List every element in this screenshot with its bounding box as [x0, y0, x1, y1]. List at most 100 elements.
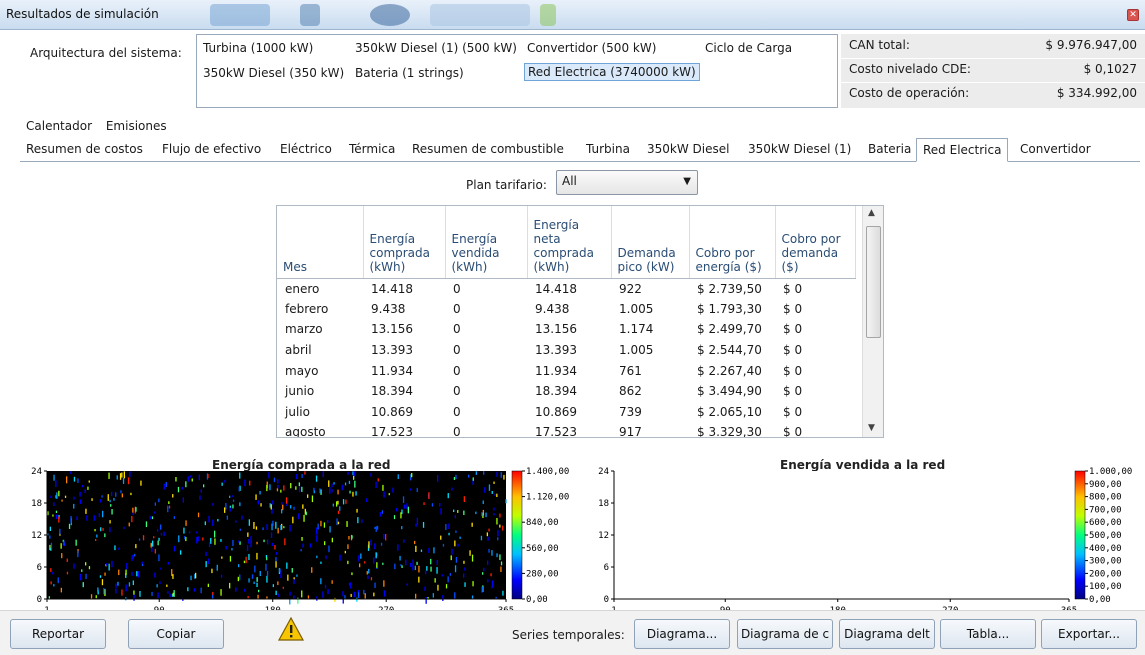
heatmap-cell: [216, 564, 218, 571]
heatmap-cell: [197, 512, 200, 518]
column-header[interactable]: Energía vendida (kWh): [445, 206, 528, 279]
table-cell: $ 0: [783, 425, 803, 438]
scroll-up-icon[interactable]: ▲: [868, 208, 875, 218]
table-row[interactable]: agosto 17.523 0 17.523 917 $ 3.329,30 $ 0: [277, 422, 855, 438]
architecture-item[interactable]: 350kW Diesel (1) (500 kW): [355, 41, 517, 55]
heatmap-cell: [440, 535, 442, 540]
tab-flujo-efectivo[interactable]: Flujo de efectivo: [162, 142, 261, 156]
heatmap-cell: [276, 488, 279, 492]
tab-bateria[interactable]: Bateria: [868, 142, 911, 156]
plan-select[interactable]: All ▼: [556, 170, 698, 195]
tab-calentador[interactable]: Calentador: [26, 119, 92, 133]
tab-termica[interactable]: Térmica: [349, 142, 395, 156]
heatmap-cell: [55, 480, 57, 487]
table-row[interactable]: mayo 11.934 0 11.934 761 $ 2.267,40 $ 0: [277, 360, 855, 381]
architecture-item[interactable]: Turbina (1000 kW): [203, 41, 313, 55]
tab-resumen-costos[interactable]: Resumen de costos: [26, 142, 143, 156]
heatmap-cell: [328, 480, 330, 487]
export-button[interactable]: Exportar...: [1041, 619, 1137, 649]
title-decoration: [370, 4, 410, 26]
table-cell: 9.438: [535, 301, 570, 316]
heatmap-cell: [323, 522, 326, 528]
heatmap-cell: [53, 584, 55, 587]
heatmap-cell: [459, 536, 461, 539]
heatmap-cell: [354, 480, 356, 488]
architecture-item[interactable]: Ciclo de Carga: [705, 41, 792, 55]
heatmap-cell: [86, 515, 88, 521]
heatmap-cell: [108, 472, 110, 479]
monthly-table[interactable]: Mes Energía comprada (kWh) Energía vendida (kW…: [276, 205, 884, 438]
table-cell: 17.523: [371, 425, 413, 438]
heatmap-cell: [287, 574, 289, 581]
column-header[interactable]: Cobro por demanda ($): [775, 206, 856, 279]
tab-350kw-diesel[interactable]: 350kW Diesel: [647, 142, 729, 156]
heatmap-cell: [315, 527, 318, 535]
heatmap-cell: [486, 532, 488, 537]
column-header[interactable]: Energía comprada (kWh): [363, 206, 446, 279]
heatmap-cell: [364, 593, 366, 599]
column-header[interactable]: Demanda pico (kW): [611, 206, 690, 279]
table-row[interactable]: julio 10.869 0 10.869 739 $ 2.065,10 $ 0: [277, 402, 855, 423]
table-scrollbar[interactable]: ▲ ▼: [862, 206, 883, 437]
heatmap-cell: [358, 555, 360, 562]
summary-value: $ 9.976.947,00: [1045, 38, 1137, 52]
heatmap-cell: [405, 559, 407, 566]
architecture-item[interactable]: Bateria (1 strings): [355, 66, 464, 80]
heatmap-cell: [154, 572, 156, 578]
column-header[interactable]: Cobro por energía ($): [689, 206, 776, 279]
tab-350kw-diesel-1[interactable]: 350kW Diesel (1): [748, 142, 851, 156]
report-button[interactable]: Reportar: [10, 619, 106, 649]
heatmap-cell: [188, 531, 191, 534]
table-row[interactable]: marzo 13.156 0 13.156 1.174 $ 2.499,70 $ 0: [277, 319, 855, 340]
table-cell: 0: [453, 301, 461, 316]
heatmap-cell: [269, 484, 271, 491]
heatmap-cell: [127, 477, 130, 485]
heatmap-cell: [286, 562, 288, 569]
diagram-delta-button[interactable]: Diagrama delt: [839, 619, 935, 649]
architecture-item-selected[interactable]: Red Electrica (3740000 kW): [524, 63, 700, 81]
table-row[interactable]: enero 14.418 0 14.418 922 $ 2.739,50 $ 0: [277, 278, 855, 299]
heatmap-cell: [487, 579, 489, 583]
heatmap-cell: [141, 561, 143, 564]
heatmap-cell: [406, 503, 408, 510]
copy-button[interactable]: Copiar: [128, 619, 224, 649]
architecture-item[interactable]: 350kW Diesel (350 kW): [203, 66, 344, 80]
architecture-item[interactable]: Convertidor (500 kW): [527, 41, 656, 55]
heatmap-cell: [360, 553, 362, 559]
tab-red-electrica[interactable]: Red Electrica: [916, 138, 1009, 162]
heatmap-cell: [199, 495, 201, 500]
heatmap-cell: [200, 489, 202, 493]
heatmap-cell: [195, 572, 197, 579]
tab-turbina[interactable]: Turbina: [586, 142, 630, 156]
heatmap-cell: [329, 487, 331, 494]
scroll-thumb[interactable]: [866, 226, 881, 338]
table-row[interactable]: junio 18.394 0 18.394 862 $ 3.494,90 $ 0: [277, 381, 855, 402]
table-cell: 14.418: [371, 281, 413, 296]
scroll-down-icon[interactable]: ▼: [868, 423, 875, 433]
diagram-cycle-button[interactable]: Diagrama de c: [737, 619, 833, 649]
heatmap-cell: [125, 569, 127, 576]
table-row[interactable]: febrero 9.438 0 9.438 1.005 $ 1.793,30 $ 0: [277, 299, 855, 320]
heatmap-cell: [90, 594, 93, 600]
heatmap-cell: [313, 487, 315, 492]
heatmap-cell: [272, 542, 274, 546]
tab-convertidor[interactable]: Convertidor: [1020, 142, 1091, 156]
tab-resumen-combustible[interactable]: Resumen de combustible: [412, 142, 564, 156]
heatmap-cell: [229, 505, 231, 508]
tab-electrico[interactable]: Eléctrico: [280, 142, 332, 156]
column-header[interactable]: Mes: [277, 206, 364, 279]
diagram-button[interactable]: Diagrama...: [634, 619, 730, 649]
warning-icon[interactable]: [278, 617, 304, 641]
heatmap-cell: [142, 535, 145, 541]
heatmap-cell: [445, 524, 447, 530]
heatmap-cell: [81, 569, 83, 572]
column-header[interactable]: Energía neta comprada (kWh): [527, 206, 612, 279]
table-button[interactable]: Tabla...: [940, 619, 1036, 649]
colorbar-label: 900,00: [1089, 480, 1122, 490]
tab-emisiones[interactable]: Emisiones: [106, 119, 167, 133]
heatmap-cell: [296, 574, 298, 577]
title-decoration: [430, 4, 530, 26]
table-row[interactable]: abril 13.393 0 13.393 1.005 $ 2.544,70 $ 0: [277, 340, 855, 361]
close-icon[interactable]: ✕: [1127, 9, 1139, 21]
heatmap-cell: [337, 521, 340, 525]
